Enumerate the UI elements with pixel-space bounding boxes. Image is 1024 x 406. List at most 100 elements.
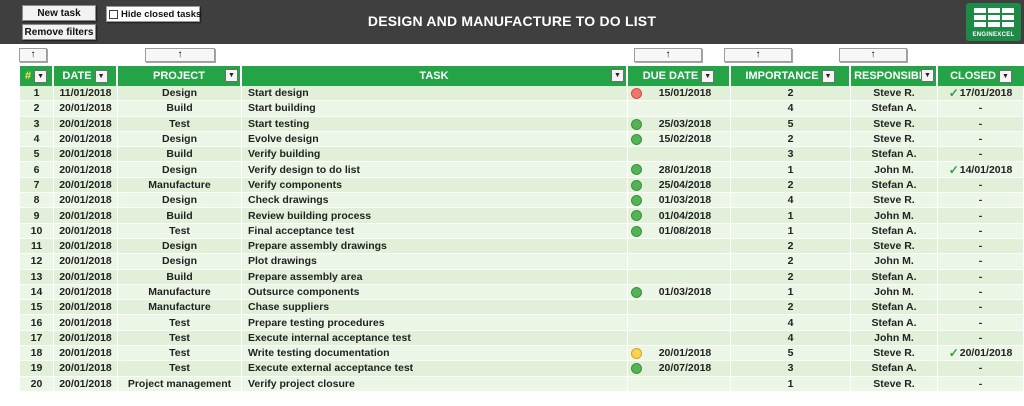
cell-importance[interactable]: 1 [731,284,851,301]
cell-due-date[interactable] [628,101,731,117]
cell-responsible[interactable]: Steve R. [851,116,938,132]
sort-button-due-date[interactable]: ↑ [634,48,702,62]
cell-due-date[interactable]: 15/02/2018 [628,131,731,148]
cell-due-date[interactable]: 01/04/2018 [628,208,731,224]
cell-task[interactable]: Execute internal acceptance test [242,330,628,347]
hide-closed-checkbox[interactable] [109,9,118,19]
cell-task[interactable]: Review building process [242,208,628,224]
cell-row-number[interactable]: 18 [20,346,54,362]
cell-row-number[interactable]: 15 [20,300,54,316]
cell-importance[interactable]: 4 [731,193,851,209]
filter-button-task[interactable]: ▼ [611,69,624,82]
cell-importance[interactable]: 2 [731,254,851,270]
cell-project[interactable]: Test [118,223,242,239]
cell-responsible[interactable]: Stefan A. [851,101,938,117]
cell-row-number[interactable]: 7 [20,177,54,194]
cell-task[interactable]: Write testing documentation [242,346,628,362]
cell-responsible[interactable]: Stefan A. [851,315,938,331]
cell-closed[interactable]: - [938,254,1024,270]
cell-importance[interactable]: 1 [731,223,851,239]
cell-project[interactable]: Design [118,86,242,102]
sort-button-project[interactable]: ↑ [145,48,215,62]
cell-responsible[interactable]: Steve R. [851,193,938,209]
cell-task[interactable]: Prepare assembly drawings [242,238,628,255]
cell-importance[interactable]: 1 [731,162,851,178]
cell-row-number[interactable]: 10 [20,223,54,239]
cell-project[interactable]: Build [118,147,242,163]
cell-task[interactable]: Outsurce components [242,284,628,301]
cell-responsible[interactable]: Stefan A. [851,361,938,377]
cell-due-date[interactable] [628,269,731,285]
cell-date[interactable]: 20/01/2018 [54,223,118,239]
cell-date[interactable]: 20/01/2018 [54,315,118,331]
cell-row-number[interactable]: 9 [20,208,54,224]
filter-button-closed[interactable]: ▼ [998,69,1012,83]
cell-project[interactable]: Manufacture [118,177,242,194]
cell-date[interactable]: 20/01/2018 [54,238,118,255]
cell-task[interactable]: Evolve design [242,131,628,148]
cell-due-date[interactable]: 28/01/2018 [628,162,731,178]
cell-responsible[interactable]: Steve R. [851,238,938,255]
cell-row-number[interactable]: 12 [20,254,54,270]
cell-closed[interactable]: - [938,315,1024,331]
cell-importance[interactable]: 4 [731,330,851,347]
cell-project[interactable]: Build [118,269,242,285]
cell-closed[interactable]: - [938,177,1024,194]
cell-date[interactable]: 20/01/2018 [54,361,118,377]
cell-responsible[interactable]: John M. [851,162,938,178]
cell-responsible[interactable]: John M. [851,330,938,347]
cell-responsible[interactable]: John M. [851,208,938,224]
cell-project[interactable]: Test [118,315,242,331]
sort-button-date[interactable]: ↑ [19,48,47,62]
new-task-button[interactable]: New task [22,5,96,21]
cell-row-number[interactable]: 16 [20,315,54,331]
cell-date[interactable]: 20/01/2018 [54,346,118,362]
cell-closed[interactable]: - [938,376,1024,392]
cell-closed[interactable]: - [938,330,1024,347]
cell-responsible[interactable]: Steve R. [851,86,938,102]
cell-project[interactable]: Design [118,193,242,209]
cell-project[interactable]: Design [118,131,242,148]
cell-task[interactable]: Final acceptance test [242,223,628,239]
cell-project[interactable]: Design [118,238,242,255]
cell-project[interactable]: Design [118,254,242,270]
cell-responsible[interactable]: Steve R. [851,376,938,392]
cell-project[interactable]: Test [118,361,242,377]
cell-due-date[interactable]: 15/01/2018 [628,86,731,102]
cell-project[interactable]: Test [118,116,242,132]
cell-task[interactable]: Verify building [242,147,628,163]
cell-task[interactable]: Chase suppliers [242,300,628,316]
remove-filters-button[interactable]: Remove filters [22,24,96,40]
cell-due-date[interactable] [628,376,731,392]
cell-importance[interactable]: 2 [731,238,851,255]
cell-project[interactable]: Build [118,101,242,117]
cell-date[interactable]: 20/01/2018 [54,162,118,178]
cell-due-date[interactable]: 25/04/2018 [628,177,731,194]
filter-button-date[interactable]: ▼ [94,69,108,83]
cell-due-date[interactable] [628,238,731,255]
cell-closed[interactable]: - [938,284,1024,301]
filter-button-number[interactable]: ▼ [34,69,48,83]
cell-row-number[interactable]: 14 [20,284,54,301]
hide-closed-tasks-control[interactable]: Hide closed tasks [106,6,201,22]
cell-task[interactable]: Start design [242,86,628,102]
cell-closed[interactable]: - [938,300,1024,316]
cell-date[interactable]: 20/01/2018 [54,300,118,316]
cell-due-date[interactable]: 01/08/2018 [628,223,731,239]
cell-closed[interactable]: ✓ 17/01/2018 [938,86,1024,102]
cell-date[interactable]: 20/01/2018 [54,177,118,194]
cell-date[interactable]: 20/01/2018 [54,193,118,209]
cell-task[interactable]: Execute external acceptance test [242,361,628,377]
filter-button-responsible[interactable]: ▼ [921,69,934,82]
cell-task[interactable]: Verify components [242,177,628,194]
cell-date[interactable]: 20/01/2018 [54,131,118,148]
cell-closed[interactable]: - [938,238,1024,255]
cell-date[interactable]: 20/01/2018 [54,284,118,301]
cell-due-date[interactable] [628,300,731,316]
cell-row-number[interactable]: 17 [20,330,54,347]
cell-responsible[interactable]: John M. [851,284,938,301]
cell-date[interactable]: 20/01/2018 [54,330,118,347]
cell-closed[interactable]: ✓ 14/01/2018 [938,162,1024,178]
cell-row-number[interactable]: 3 [20,116,54,132]
cell-closed[interactable]: - [938,147,1024,163]
